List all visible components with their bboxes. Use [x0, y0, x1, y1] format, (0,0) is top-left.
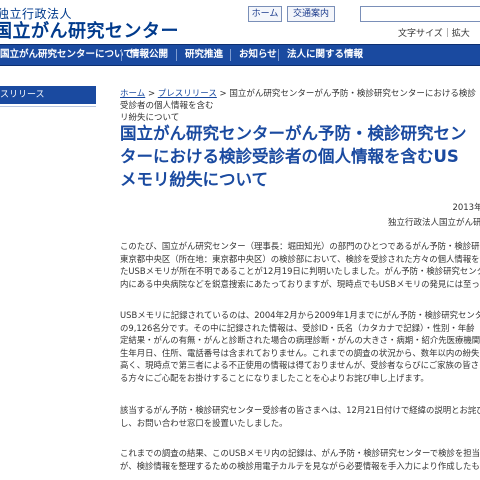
paragraph-line: し、お問い合わせ窓口を設置いたしました。 [120, 417, 288, 428]
nav-item-news[interactable]: お知らせ [239, 45, 277, 65]
paragraph-line: 内にある中央病院などを鋭意捜索にあたっておりますが、現時点でもUSBメモリの発見… [120, 278, 480, 289]
breadcrumb-press-link[interactable]: プレスリリース [158, 89, 217, 99]
paragraph-line: が、検診情報を整理するための検診用電子カルテを見ながら必要情報を手入力により作成… [120, 460, 480, 471]
global-nav: 国立がん研究センターについて 情報公開 研究推進 お知らせ 法人に関する情報 [0, 44, 480, 66]
breadcrumb-separator: > [216, 89, 230, 99]
site-logo[interactable]: 国立がん研究センター [0, 17, 179, 43]
paragraph-line: 生年月日、住所、電話番号は含まれておりません。これまでの調査の状況から、数年以内… [120, 347, 480, 358]
article-paragraph: このたび、国立がん研究センター（理事長：堀田知光）の部門のひとつであるがん予防・… [120, 240, 480, 290]
breadcrumb-home-link[interactable]: ホーム [120, 89, 145, 99]
paragraph-line: る方々にご心配をお掛けすることになりましたことを心よりお詫び申し上げます。 [120, 372, 429, 383]
font-size-control[interactable]: 文字サイズ｜拡大 [398, 26, 470, 39]
sidebar-divider [0, 106, 96, 107]
nav-item-disclosure[interactable]: 情報公開 [130, 45, 168, 65]
nav-divider [121, 49, 122, 61]
paragraph-line: これまでの調査の結果、このUSBメモリ内の記録は、がん予防・検診研究センターで検… [120, 448, 480, 458]
release-date: 2013年1 [452, 203, 480, 213]
nav-item-about[interactable]: 国立がん研究センターについて [0, 45, 133, 65]
nav-divider [176, 49, 177, 61]
paragraph-line: 東京都中央区（所在地：東京都中央区）の検診部において、検診を受診された方々の個人… [120, 253, 480, 264]
nav-item-corporate[interactable]: 法人に関する情報 [287, 45, 363, 65]
sidebar: スリリース [0, 86, 96, 480]
paragraph-line: 高く、現時点で第三者による不正使用の情報は得ておりませんが、受診者ならびにご家族… [120, 360, 480, 370]
article-paragraph: USBメモリに記録されているのは、2004年2月から2009年1月までにがん予防… [120, 309, 480, 384]
paragraph-line: たUSBメモリが所在不明であることが12月19日に判明いたしました。がん予防・検… [120, 266, 480, 276]
breadcrumb: ホーム > プレスリリース > 国立がん研究センターがん予防・検診研究センターに… [120, 88, 480, 124]
title-line: 国立がん研究センターがん予防・検診研究セン [120, 124, 467, 143]
title-line: メモリ紛失について [120, 170, 269, 189]
paragraph-line: このたび、国立がん研究センター（理事長：堀田知光）の部門のひとつであるがん予防・… [120, 241, 480, 251]
home-button[interactable]: ホーム [248, 6, 282, 22]
paragraph-line: USBメモリに記録されているのは、2004年2月から2009年1月までにがん予防… [120, 310, 480, 320]
search-input[interactable] [360, 6, 480, 22]
title-line: ターにおける検診受診者の個人情報を含むUS [120, 147, 459, 166]
breadcrumb-separator: > [145, 89, 158, 99]
paragraph-line: 定結果・がんの有無・がんと診断された場合の病理診断・がんの大きさ・病期・紹介先医… [120, 335, 480, 345]
sidebar-item-press-release[interactable]: スリリース [0, 86, 96, 104]
page-title: 国立がん研究センターがん予防・検診研究セン ターにおける検診受診者の個人情報を含… [120, 122, 480, 191]
site-header: 独立行政法人 国立がん研究センター ホーム 交通案内 文字サイズ｜拡大 [0, 0, 480, 44]
paragraph-line: の9,126名分です。その中に記録された情報は、受診ID・氏名（カタカナで記録）… [120, 322, 480, 333]
article-paragraph: これまでの調査の結果、このUSBメモリ内の記録は、がん予防・検診研究センターで検… [120, 447, 480, 472]
nav-item-research[interactable]: 研究推進 [185, 45, 223, 65]
nav-divider [278, 49, 279, 61]
paragraph-line: 該当するがん予防・検診研究センター受診者の皆さまへは、12月21日付けで経緯の説… [120, 405, 480, 415]
nav-divider [230, 49, 231, 61]
access-button[interactable]: 交通案内 [287, 6, 335, 22]
release-organization: 独立行政法人国立がん研究 [387, 218, 480, 228]
article-paragraph: 該当するがん予防・検診研究センター受診者の皆さまへは、12月21日付けで経緯の説… [120, 404, 480, 429]
